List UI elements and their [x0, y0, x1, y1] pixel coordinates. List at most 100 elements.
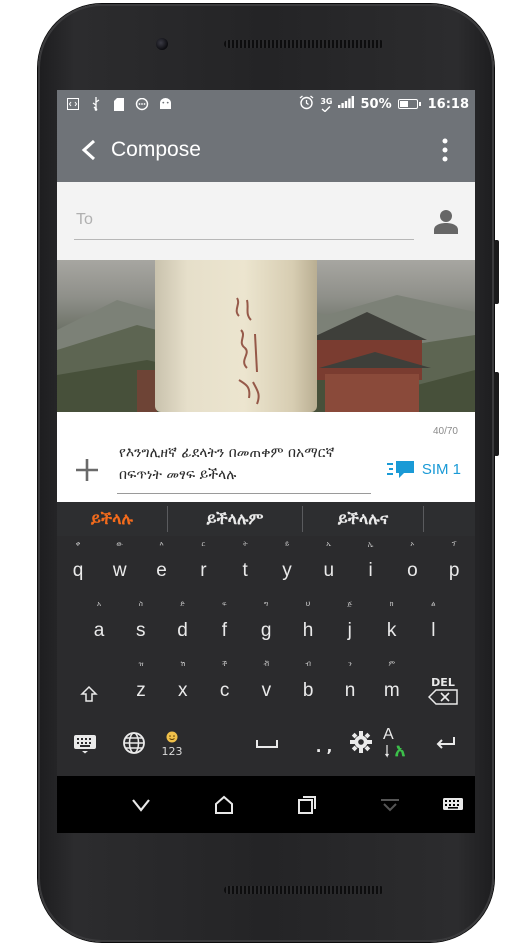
key-label: s	[136, 620, 146, 641]
key-k[interactable]: ክk	[371, 596, 413, 654]
key-w[interactable]: ውw	[99, 536, 141, 594]
key-hint: ብ	[305, 660, 311, 668]
transliteration-toggle-key[interactable]: A አ	[379, 720, 411, 766]
send-button[interactable]: SIM 1	[386, 458, 461, 480]
hide-keyboard-icon[interactable]	[360, 776, 420, 833]
key-label: o	[407, 560, 418, 581]
key-p[interactable]: ፕp	[433, 536, 475, 594]
key-c[interactable]: ችc	[204, 656, 246, 714]
punctuation-key[interactable]: . ,	[309, 732, 339, 762]
key-hint: ስ	[138, 600, 143, 608]
key-n[interactable]: ንn	[329, 656, 371, 714]
key-hint: ኡ	[326, 540, 332, 548]
gear-icon	[350, 731, 372, 753]
key-e[interactable]: እe	[141, 536, 183, 594]
contact-picker-icon[interactable]	[433, 208, 459, 234]
key-x[interactable]: ሽx	[162, 656, 204, 714]
backspace-icon	[428, 688, 458, 705]
key-label: u	[323, 560, 335, 581]
key-t[interactable]: ትt	[224, 536, 266, 594]
keyboard-settings-key[interactable]	[69, 728, 101, 760]
back-arrow-icon[interactable]	[69, 130, 109, 170]
suggestion-primary[interactable]: ይችላሉ	[57, 502, 167, 536]
key-hint: ቭ	[263, 660, 270, 668]
language-globe-key[interactable]	[117, 726, 151, 760]
battery-percent: 50%	[360, 96, 392, 112]
keyboard-function-row: 123 . , A አ	[57, 718, 475, 776]
key-z[interactable]: ዝz	[120, 656, 162, 714]
usb-icon	[89, 97, 103, 111]
suggestion-item[interactable]: ይችላሉና	[303, 502, 423, 536]
message-input[interactable]: የእንግሊዘኛ ፊደላትን በመጠቀም በአማርኛ በፍጥነት መፃፍ ይችላሉ	[117, 442, 371, 494]
key-f[interactable]: ፍf	[203, 596, 245, 654]
key-hint: ን	[348, 660, 352, 668]
key-h[interactable]: ህh	[287, 596, 329, 654]
key-label: d	[177, 620, 188, 641]
recents-nav-icon[interactable]	[277, 776, 337, 833]
lang-switch-latin: A	[383, 726, 394, 743]
numeric-label: 123	[161, 744, 183, 758]
key-m[interactable]: ምm	[371, 656, 413, 714]
globe-icon	[123, 732, 145, 754]
clock: 16:18	[427, 96, 469, 112]
key-o[interactable]: ኦo	[391, 536, 433, 594]
delete-key[interactable]: DEL	[419, 666, 467, 714]
earpiece-speaker	[224, 40, 384, 48]
key-label: p	[448, 560, 460, 581]
key-i[interactable]: ኢi	[350, 536, 392, 594]
switch-arrows-icon	[384, 745, 389, 758]
key-a[interactable]: አa	[78, 596, 120, 654]
space-icon	[256, 740, 278, 748]
key-hint: ጅ	[347, 600, 353, 608]
key-label: y	[282, 560, 292, 581]
key-hint: ይ	[284, 540, 290, 548]
app-bar: Compose	[57, 118, 475, 182]
key-l[interactable]: ልl	[412, 596, 454, 654]
add-attachment-icon[interactable]	[73, 456, 101, 484]
keyboard-switch-icon[interactable]	[423, 776, 475, 833]
home-nav-icon[interactable]	[194, 776, 254, 833]
key-label: f	[221, 620, 228, 641]
key-u[interactable]: ኡu	[308, 536, 350, 594]
attached-image[interactable]	[57, 260, 475, 412]
key-label: h	[302, 620, 314, 641]
key-g[interactable]: ግg	[245, 596, 287, 654]
key-label: m	[383, 680, 400, 701]
key-hint: ግ	[264, 600, 269, 608]
key-r[interactable]: ርr	[182, 536, 224, 594]
key-hint: ች	[222, 660, 228, 668]
keyboard-row-3: DEL ዝzሽxችcቭvብbንnምm	[57, 656, 475, 714]
key-v[interactable]: ቭv	[245, 656, 287, 714]
key-d[interactable]: ድd	[162, 596, 204, 654]
alarm-icon	[299, 94, 314, 114]
network-label: 3G	[320, 96, 333, 106]
key-s[interactable]: ስs	[120, 596, 162, 654]
android-icon	[158, 98, 172, 110]
sdcard-icon	[112, 97, 126, 111]
key-label: a	[93, 620, 105, 641]
key-label: k	[386, 620, 397, 641]
key-label: t	[242, 560, 248, 581]
key-j[interactable]: ጅj	[329, 596, 371, 654]
key-hint: ቀ	[75, 540, 81, 548]
shift-key[interactable]	[69, 674, 109, 714]
enter-key[interactable]	[429, 728, 461, 760]
send-sim-label: SIM 1	[421, 460, 461, 478]
recipient-input[interactable]: To	[74, 208, 414, 240]
overflow-menu-icon[interactable]	[425, 130, 465, 170]
key-q[interactable]: ቀq	[57, 536, 99, 594]
key-label: c	[219, 680, 230, 701]
keyboard-options-key[interactable]	[345, 726, 377, 758]
suggestion-strip: ይችላሉ ይችላሉም ይችላሉና	[57, 502, 475, 536]
compose-area: 40/70 የእንግሊዘኛ ፊደላትን በመጠቀም በአማርኛ በፍጥነት መፃ…	[57, 412, 475, 502]
suggestion-item[interactable]: ይችላሉም	[168, 502, 302, 536]
back-nav-icon[interactable]	[111, 776, 171, 833]
key-hint: ድ	[180, 600, 186, 608]
key-hint: ኢ	[367, 540, 374, 548]
emoji-numeric-key[interactable]: 123	[155, 722, 189, 766]
key-y[interactable]: ይy	[266, 536, 308, 594]
key-hint: ክ	[389, 600, 394, 608]
key-hint: ል	[431, 600, 436, 608]
key-b[interactable]: ብb	[287, 656, 329, 714]
shift-icon	[80, 685, 98, 702]
